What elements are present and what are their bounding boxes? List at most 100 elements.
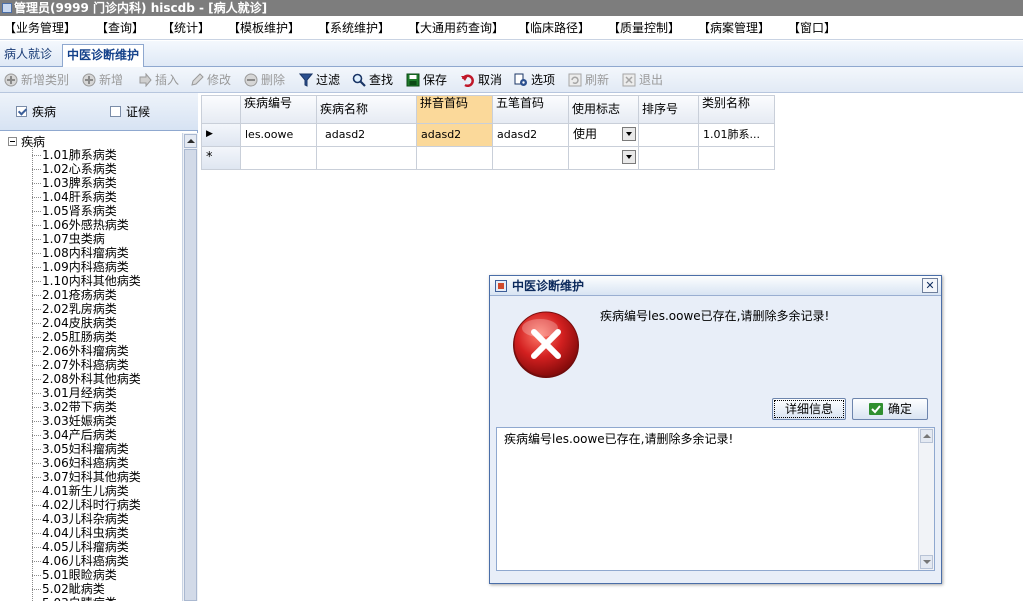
menu-business[interactable]: 【业务管理】 [4,20,76,36]
tree-item[interactable]: 4.05儿科瘤病类 [32,540,129,554]
cell-wubi[interactable]: adasd2 [493,124,569,147]
refresh-button[interactable]: 刷新 [568,71,609,89]
tree-item[interactable]: 5.01眼睑病类 [32,568,117,582]
tree-item[interactable]: 4.06儿科癌病类 [32,554,129,568]
tree-item[interactable]: 4.03儿科杂病类 [32,512,129,526]
tree-item[interactable]: 1.02心系病类 [32,162,117,176]
menu-drug-query[interactable]: 【大通用药查询】 [408,20,504,36]
edit-button[interactable]: 修改 [190,71,231,89]
filter-button[interactable]: 过滤 [299,71,340,89]
tab-tcm-diagnosis[interactable]: 中医诊断维护 [62,44,145,67]
column-header-use-flag[interactable]: 使用标志 [569,95,639,124]
menu-records[interactable]: 【病案管理】 [698,20,770,36]
save-button[interactable]: 保存 [406,71,447,89]
menu-template[interactable]: 【模板维护】 [228,20,300,36]
tree-item[interactable]: 4.04儿科虫病类 [32,526,129,540]
tree-item[interactable]: 1.05肾系病类 [32,204,117,218]
tree-item[interactable]: 3.03妊娠病类 [32,414,117,428]
tree-item[interactable]: 4.02儿科时行病类 [32,498,141,512]
syndrome-filter-checkbox[interactable]: 证候 [110,103,150,120]
tree-item[interactable]: 5.02眦病类 [32,582,105,596]
scroll-up-icon[interactable] [184,134,197,148]
cell-use-flag-value: 使用 [573,127,598,141]
tree-item[interactable]: 1.03脾系病类 [32,176,117,190]
cell-sort-order[interactable] [639,124,699,147]
tree-item[interactable]: 4.01新生儿病类 [32,484,129,498]
tree-item[interactable]: 2.01疮疡病类 [32,288,117,302]
tree-item[interactable]: 1.04肝系病类 [32,190,117,204]
tree-item[interactable]: 1.10内科其他病类 [32,274,141,288]
column-header-category-name[interactable]: 类别名称 [699,95,775,124]
menu-clinical-path[interactable]: 【临床路径】 [518,20,590,36]
tree-item[interactable]: 2.08外科其他病类 [32,372,141,386]
options-button[interactable]: 选项 [514,71,555,89]
dropdown-arrow-icon[interactable] [622,150,636,164]
cell-use-flag[interactable]: 使用 [569,124,639,147]
column-header-wubi[interactable]: 五笔首码 [493,95,569,124]
scroll-thumb[interactable] [184,149,197,601]
close-icon[interactable]: ✕ [922,278,938,293]
column-header-disease-code[interactable]: 疾病编号 [241,95,317,124]
tree-scrollbar[interactable] [182,133,198,601]
cell-pinyin[interactable]: adasd2 [417,124,493,147]
new-cell-use-flag[interactable] [569,147,639,170]
column-header-pinyin[interactable]: 拼音首码 [417,95,493,124]
new-cell-disease-name[interactable] [317,147,417,170]
tree-item[interactable]: 3.05妇科瘤病类 [32,442,129,456]
cancel-button[interactable]: 取消 [461,71,502,89]
tree-item[interactable]: 5.03白睛病类 [32,596,117,601]
tree-item[interactable]: 1.08内科瘤病类 [32,246,129,260]
tree-item[interactable]: 3.02带下病类 [32,400,117,414]
details-button[interactable]: 详细信息 [772,398,846,420]
menu-query[interactable]: 【查询】 [96,20,144,36]
column-header-disease-name[interactable]: 疾病名称 [317,95,417,124]
scroll-down-icon[interactable] [920,555,933,569]
tree-item[interactable]: 2.07外科癌病类 [32,358,129,372]
menu-quality[interactable]: 【质量控制】 [608,20,680,36]
add-button[interactable]: 新增 [82,71,123,89]
tree-item[interactable]: 1.07虫类病 [32,232,105,246]
detail-scrollbar[interactable] [918,428,934,570]
new-cell-category-name[interactable] [699,147,775,170]
new-cell-disease-code[interactable] [241,147,317,170]
row-selector-new[interactable]: * [201,147,241,170]
delete-button[interactable]: 删除 [244,71,285,89]
ok-button[interactable]: 确定 [852,398,928,420]
cell-disease-code[interactable]: les.oowe [241,124,317,147]
menu-system[interactable]: 【系统维护】 [318,20,390,36]
tree-item[interactable]: 1.06外感热病类 [32,218,129,232]
tree-item[interactable]: 3.04产后病类 [32,428,117,442]
menu-window[interactable]: 【窗口】 [788,20,836,36]
row-selector-current[interactable]: ▶ [201,124,241,147]
tree-item[interactable]: 3.01月经病类 [32,386,117,400]
tab-patient-visit[interactable]: 病人就诊 [0,44,56,67]
search-button[interactable]: 查找 [352,71,393,89]
new-cell-pinyin[interactable] [417,147,493,170]
disease-filter-checkbox[interactable]: 疾病 [16,103,56,120]
tree-item[interactable]: 1.01肺系病类 [32,148,117,162]
tree-root-disease[interactable]: 疾病 [8,134,45,149]
collapse-icon[interactable] [8,136,17,146]
new-cell-wubi[interactable] [493,147,569,170]
menu-statistics[interactable]: 【统计】 [162,20,210,36]
insert-button[interactable]: 插入 [138,71,179,89]
scroll-up-icon[interactable] [920,429,933,443]
cell-disease-name[interactable]: adasd2 [317,124,417,147]
column-header-sort-order[interactable]: 排序号 [639,95,699,124]
tree-item[interactable]: 2.05肛肠病类 [32,330,117,344]
grid-corner[interactable] [201,95,241,124]
dropdown-arrow-icon[interactable] [622,127,636,141]
exit-button[interactable]: 退出 [622,71,663,89]
new-cell-sort-order[interactable] [639,147,699,170]
tree-item[interactable]: 1.09内科癌病类 [32,260,129,274]
tree-item[interactable]: 3.06妇科癌病类 [32,456,129,470]
tree-item[interactable]: 2.02乳房病类 [32,302,117,316]
save-icon [406,73,420,87]
tree-item[interactable]: 2.04皮肤病类 [32,316,117,330]
add-category-button[interactable]: 新增类别 [4,71,69,89]
filter-bar: 疾病 证候 [0,93,198,131]
tree-item[interactable]: 3.07妇科其他病类 [32,470,141,484]
cell-category-name[interactable]: 1.01肺系... [699,124,775,147]
error-detail-textarea[interactable]: 疾病编号les.oowe已存在,请删除多余记录! [496,427,935,571]
tree-item[interactable]: 2.06外科瘤病类 [32,344,129,358]
